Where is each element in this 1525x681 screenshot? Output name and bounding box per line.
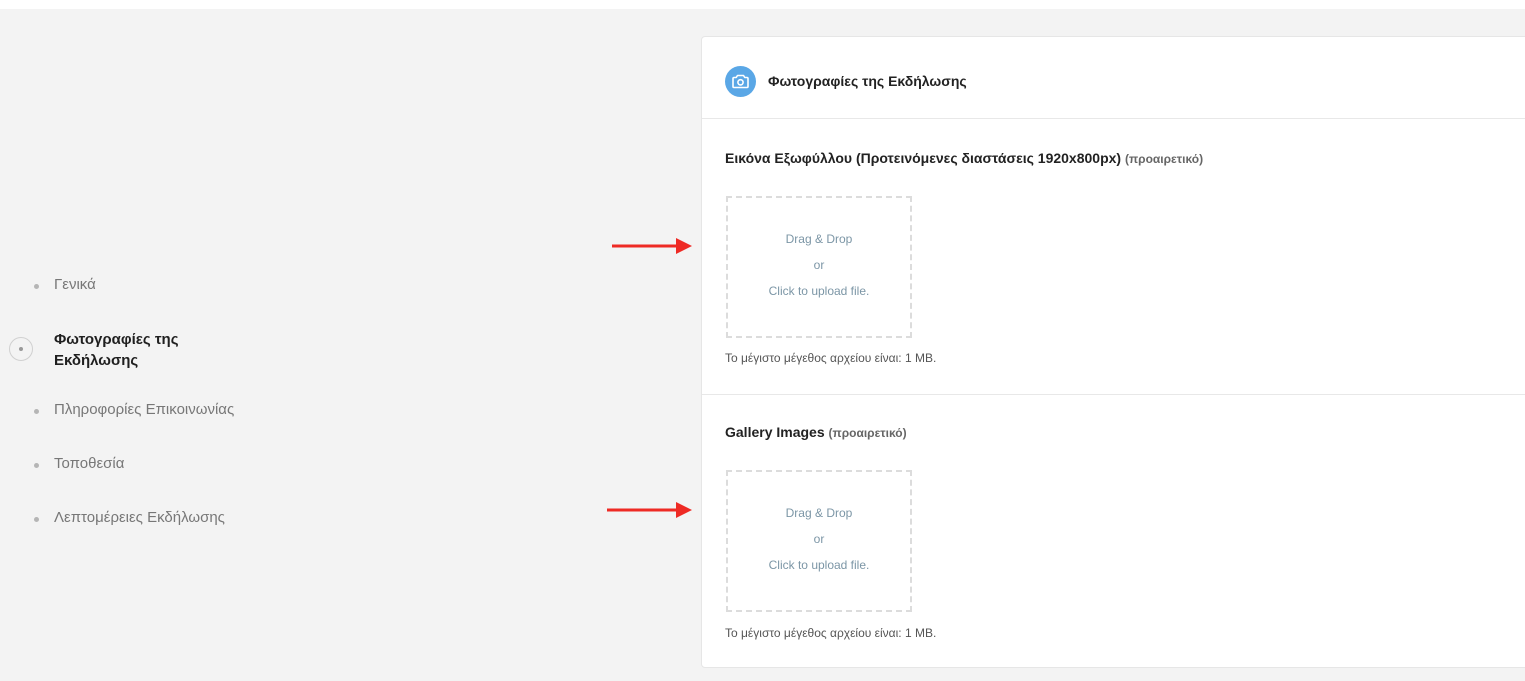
- nav-item-label: Φωτογραφίες της Εκδήλωσης: [54, 331, 179, 369]
- arrow-right-icon: [607, 502, 692, 518]
- gallery-images-max-size: Το μέγιστο μέγεθος αρχείου είναι: 1 MB.: [725, 626, 937, 640]
- cover-image-max-size: Το μέγιστο μέγεθος αρχείου είναι: 1 MB.: [725, 351, 937, 365]
- gallery-images-label-text: Gallery Images: [725, 424, 825, 440]
- nav-bullet-icon: [34, 409, 39, 414]
- nav-item-label: Γενικά: [54, 276, 96, 293]
- optional-tag: (προαιρετικό): [828, 426, 907, 440]
- nav-active-indicator-icon: [9, 337, 33, 361]
- card-header: Φωτογραφίες της Εκδήλωσης: [702, 37, 1525, 119]
- cover-image-dropzone[interactable]: Drag & Drop or Click to upload file.: [726, 196, 912, 338]
- section-nav: Γενικά Φωτογραφίες της Εκδήλωσης Πληροφο…: [0, 0, 600, 681]
- dropzone-click-text: Click to upload file.: [768, 284, 870, 298]
- nav-item-event-details[interactable]: Λεπτομέρειες Εκδήλωσης: [34, 509, 225, 526]
- nav-item-label: Τοποθεσία: [54, 455, 125, 472]
- dropzone-click-text: Click to upload file.: [768, 558, 870, 572]
- dropzone-or-text: or: [813, 532, 825, 546]
- dropzone-drag-text: Drag & Drop: [785, 232, 853, 246]
- nav-bullet-icon: [34, 284, 39, 289]
- camera-icon: [725, 66, 756, 97]
- arrow-right-icon: [612, 238, 692, 254]
- nav-item-label: Πληροφορίες Επικοινωνίας: [54, 401, 235, 418]
- gallery-images-dropzone[interactable]: Drag & Drop or Click to upload file.: [726, 470, 912, 612]
- optional-tag: (προαιρετικό): [1124, 152, 1204, 166]
- dropzone-or-text: or: [813, 258, 825, 272]
- nav-item-location[interactable]: Τοποθεσία: [34, 455, 125, 472]
- nav-item-contact-info[interactable]: Πληροφορίες Επικοινωνίας: [34, 401, 235, 418]
- gallery-images-label: Gallery Images (προαιρετικό): [725, 424, 907, 440]
- gallery-images-section: Gallery Images (προαιρετικό) Drag & Drop…: [702, 395, 1525, 669]
- card-title: Φωτογραφίες της Εκδήλωσης: [768, 73, 967, 89]
- nav-item-event-photos[interactable]: Φωτογραφίες της Εκδήλωσης: [54, 329, 224, 371]
- nav-item-general[interactable]: Γενικά: [34, 276, 96, 293]
- nav-bullet-icon: [34, 517, 39, 522]
- dropzone-drag-text: Drag & Drop: [785, 506, 853, 520]
- nav-item-label: Λεπτομέρειες Εκδήλωσης: [54, 509, 225, 526]
- cover-image-section: Εικόνα Εξωφύλλου (Προτεινόμενες διαστάσε…: [702, 119, 1525, 395]
- nav-bullet-icon: [34, 463, 39, 468]
- cover-image-label: Εικόνα Εξωφύλλου (Προτεινόμενες διαστάσε…: [725, 150, 1203, 166]
- event-photos-card: Φωτογραφίες της Εκδήλωσης Εικόνα Εξωφύλλ…: [701, 36, 1525, 668]
- cover-image-label-text: Εικόνα Εξωφύλλου (Προτεινόμενες διαστάσε…: [725, 150, 1122, 166]
